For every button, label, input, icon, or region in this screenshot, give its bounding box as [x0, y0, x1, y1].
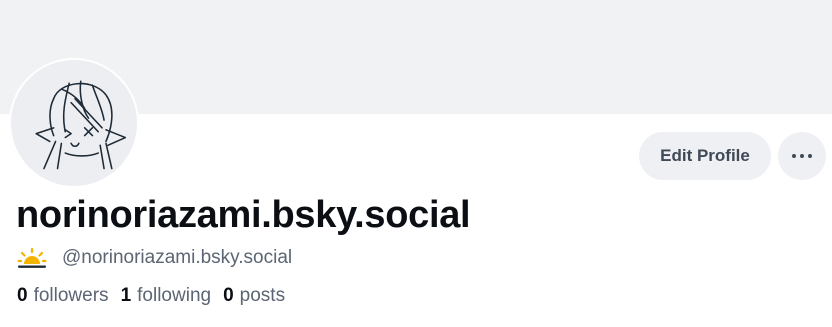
avatar-sketch-image	[35, 80, 127, 170]
edit-profile-button[interactable]: Edit Profile	[639, 132, 771, 180]
posts-stat: 0 posts	[223, 285, 285, 307]
followers-count: 0	[17, 285, 28, 306]
profile-page: Edit Profile norinoriazami.bsky.social @…	[0, 0, 832, 327]
more-options-button[interactable]	[778, 132, 826, 180]
profile-handle[interactable]: @norinoriazami.bsky.social	[62, 247, 292, 269]
posts-count: 0	[223, 285, 234, 306]
following-label: following	[137, 285, 212, 306]
profile-stats: 0 followers 1 following 0 posts	[17, 285, 297, 307]
posts-label: posts	[239, 285, 286, 306]
handle-row: @norinoriazami.bsky.social	[17, 245, 292, 271]
sun-emoji-icon	[17, 247, 47, 268]
followers-label: followers	[33, 285, 109, 306]
ellipsis-icon	[800, 154, 804, 158]
following-count: 1	[120, 285, 132, 306]
following-stat[interactable]: 1 following	[121, 285, 212, 307]
avatar[interactable]	[9, 58, 139, 188]
display-name: norinoriazami.bsky.social	[16, 194, 471, 236]
followers-stat[interactable]: 0 followers	[17, 285, 109, 307]
ellipsis-icon	[808, 154, 812, 158]
ellipsis-icon	[792, 154, 796, 158]
